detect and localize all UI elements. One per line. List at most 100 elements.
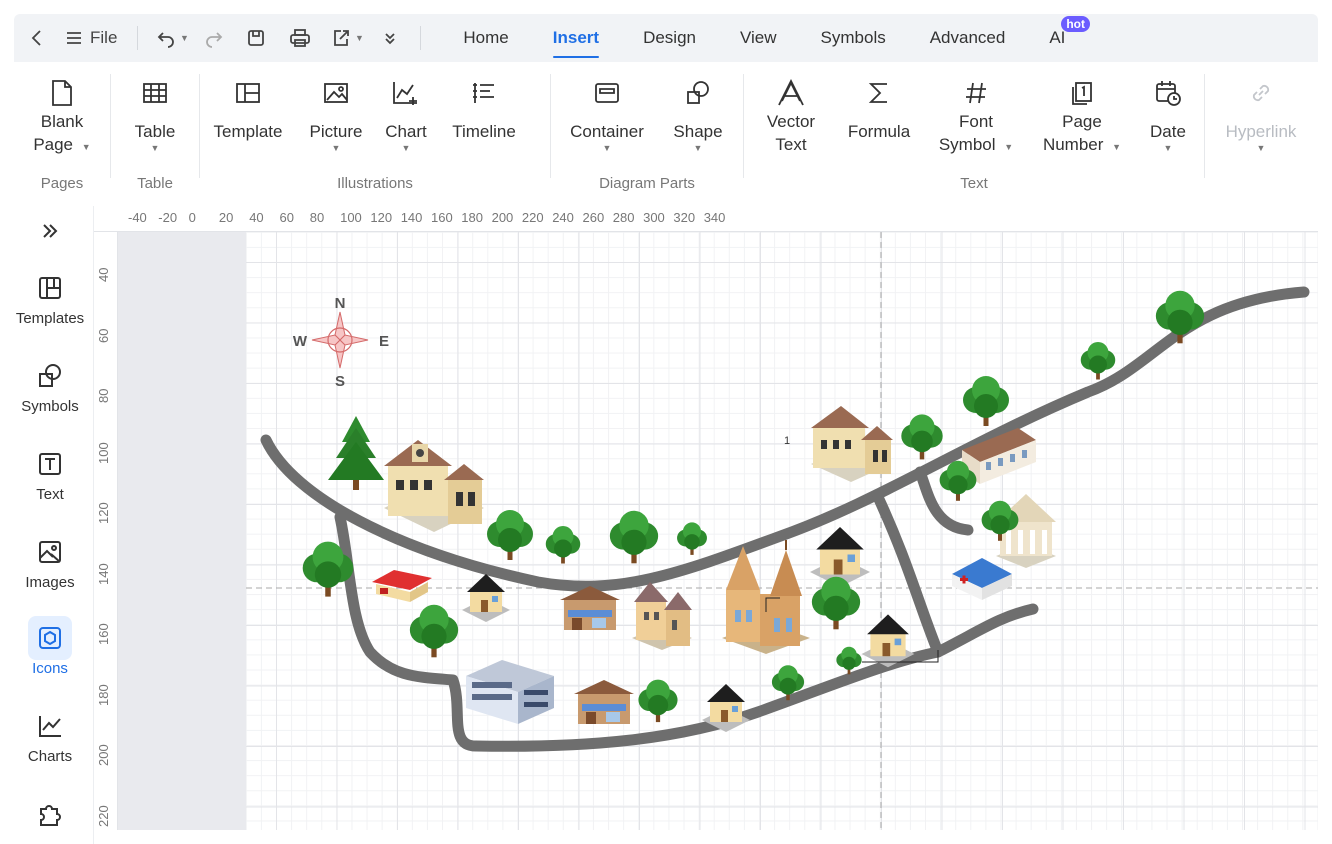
tree[interactable] <box>545 526 581 564</box>
back-button[interactable] <box>14 22 60 54</box>
more-toolbar-button[interactable] <box>372 22 408 54</box>
ruler-tick-label: 180 <box>96 683 111 706</box>
hospital-building[interactable] <box>952 558 1012 600</box>
town-map[interactable]: N S E W 1 <box>118 232 1318 830</box>
date-button[interactable]: Date ▼ <box>1132 62 1204 170</box>
symbols-icon <box>39 364 61 387</box>
ruler-tick-label: 80 <box>309 210 325 225</box>
compass-south-label: S <box>335 373 345 390</box>
chevron-down-icon: ▼ <box>150 143 160 153</box>
container-button[interactable]: Container ▼ <box>551 62 663 170</box>
ruler-tick-label: 80 <box>96 388 111 403</box>
shape-button[interactable]: Shape ▼ <box>663 62 733 170</box>
tab-home[interactable]: Home <box>441 14 530 62</box>
hyperlink-button[interactable]: Hyperlink ▼ <box>1205 62 1317 170</box>
ruler-tick-label: 220 <box>521 210 544 225</box>
sidebar-item-plugins[interactable] <box>0 792 100 836</box>
tree[interactable] <box>1080 342 1116 380</box>
tree[interactable] <box>901 414 943 460</box>
town-hall-building[interactable] <box>384 440 484 532</box>
sidebar-item-label: Charts <box>27 748 73 765</box>
tab-advanced[interactable]: Advanced <box>908 14 1028 62</box>
store-building-1[interactable] <box>560 586 620 630</box>
small-house-1[interactable] <box>462 574 510 622</box>
redo-button[interactable] <box>194 22 234 54</box>
template-button-label: Template <box>213 122 283 141</box>
sidebar-item-symbols[interactable]: Symbols <box>0 354 100 415</box>
tree[interactable] <box>1155 290 1205 344</box>
sidebar-expand-button[interactable] <box>0 220 100 242</box>
tree[interactable] <box>638 679 678 723</box>
print-button[interactable] <box>278 22 322 54</box>
ruler-tick-label: 120 <box>370 210 393 225</box>
container-icon <box>595 83 619 103</box>
picture-icon <box>324 83 348 103</box>
tab-ai[interactable]: AI hot <box>1027 14 1090 62</box>
tree[interactable] <box>963 376 1009 426</box>
ruler-tick-label: 300 <box>643 210 665 225</box>
sidebar-item-templates[interactable]: Templates <box>0 266 100 327</box>
chevron-left-icon <box>31 30 41 46</box>
sidebar-item-label: Symbols <box>21 398 79 415</box>
blank-page-button[interactable]: Blank Page ▼ <box>14 62 110 170</box>
undo-button[interactable]: ▼ <box>150 22 194 54</box>
page-number-button[interactable]: Page Number ▼ <box>1032 62 1132 170</box>
save-button[interactable] <box>234 22 278 54</box>
ruler-tick-label: 180 <box>461 210 483 225</box>
chart-icon <box>393 82 417 105</box>
table-button[interactable]: Table ▼ <box>111 62 199 170</box>
chevron-down-icon: ▼ <box>602 143 612 153</box>
export-button[interactable]: ▼ <box>322 22 372 54</box>
ruler-tick-label: -20 <box>158 210 178 225</box>
gas-station[interactable] <box>372 570 432 602</box>
tab-symbols[interactable]: Symbols <box>799 14 908 62</box>
picture-button[interactable]: Picture ▼ <box>296 62 376 170</box>
timeline-button[interactable]: Timeline <box>436 62 532 170</box>
tab-design-label: Design <box>643 28 696 47</box>
tree[interactable] <box>811 576 861 630</box>
ruler-tick-label: 320 <box>673 210 696 225</box>
tab-view[interactable]: View <box>718 14 799 62</box>
vector-text-button[interactable]: Vector Text <box>744 62 838 170</box>
sigma-icon <box>868 83 887 103</box>
shape-icon <box>687 81 709 104</box>
chevron-down-icon: ▼ <box>354 33 364 43</box>
icons-icon <box>39 627 61 649</box>
ribbon-group-pages: Blank Page ▼ Pages <box>14 62 110 200</box>
font-symbol-button[interactable]: Font Symbol ▼ <box>920 62 1032 170</box>
tab-design[interactable]: Design <box>621 14 718 62</box>
office-building[interactable] <box>466 660 554 724</box>
ruler-horizontal: -40 -20 0 20 40 60 80 100 120 140 160 180 200 220 240 2… <box>94 206 1318 232</box>
ruler-tick-label: 40 <box>249 210 264 225</box>
drawing-canvas[interactable]: N S E W 1 <box>118 232 1318 830</box>
hot-badge: hot <box>1061 16 1090 32</box>
font-symbol-label-line1: Font <box>958 112 994 131</box>
ruler-tick-label: 60 <box>96 328 111 343</box>
sidebar-item-icons[interactable]: Icons <box>0 616 100 677</box>
tree[interactable] <box>677 522 707 555</box>
ribbon-group-diagram-parts: Container ▼ Shape ▼ Diagram Parts <box>551 62 743 200</box>
tree[interactable] <box>487 510 533 560</box>
sidebar-item-text[interactable]: Text <box>0 442 100 503</box>
template-button[interactable]: Template <box>200 62 296 170</box>
store-building-2[interactable] <box>574 680 634 724</box>
page-number-label-line1: Page <box>1062 112 1102 131</box>
link-icon <box>1252 84 1270 102</box>
vector-text-icon <box>778 79 804 106</box>
font-symbol-label-line2: Symbol <box>938 135 996 154</box>
formula-button[interactable]: Formula <box>838 62 920 170</box>
chevron-down-icon: ▼ <box>1256 143 1266 153</box>
pine-tree[interactable] <box>328 416 384 490</box>
chart-button[interactable]: Chart ▼ <box>376 62 436 170</box>
tree[interactable] <box>609 510 659 564</box>
chevron-down-icon: ▼ <box>1163 143 1173 153</box>
file-menu-button[interactable]: File <box>60 22 125 54</box>
ribbon-group-hyperlink: Hyperlink ▼ <box>1205 62 1317 200</box>
sidebar-item-charts[interactable]: Charts <box>0 704 100 765</box>
tab-insert[interactable]: Insert <box>531 14 621 62</box>
chart-button-label: Chart <box>385 122 427 141</box>
victorian-house[interactable] <box>632 582 692 650</box>
sidebar-item-label: Icons <box>32 660 68 677</box>
sidebar-item-images[interactable]: Images <box>0 530 100 591</box>
tree[interactable] <box>409 604 459 658</box>
